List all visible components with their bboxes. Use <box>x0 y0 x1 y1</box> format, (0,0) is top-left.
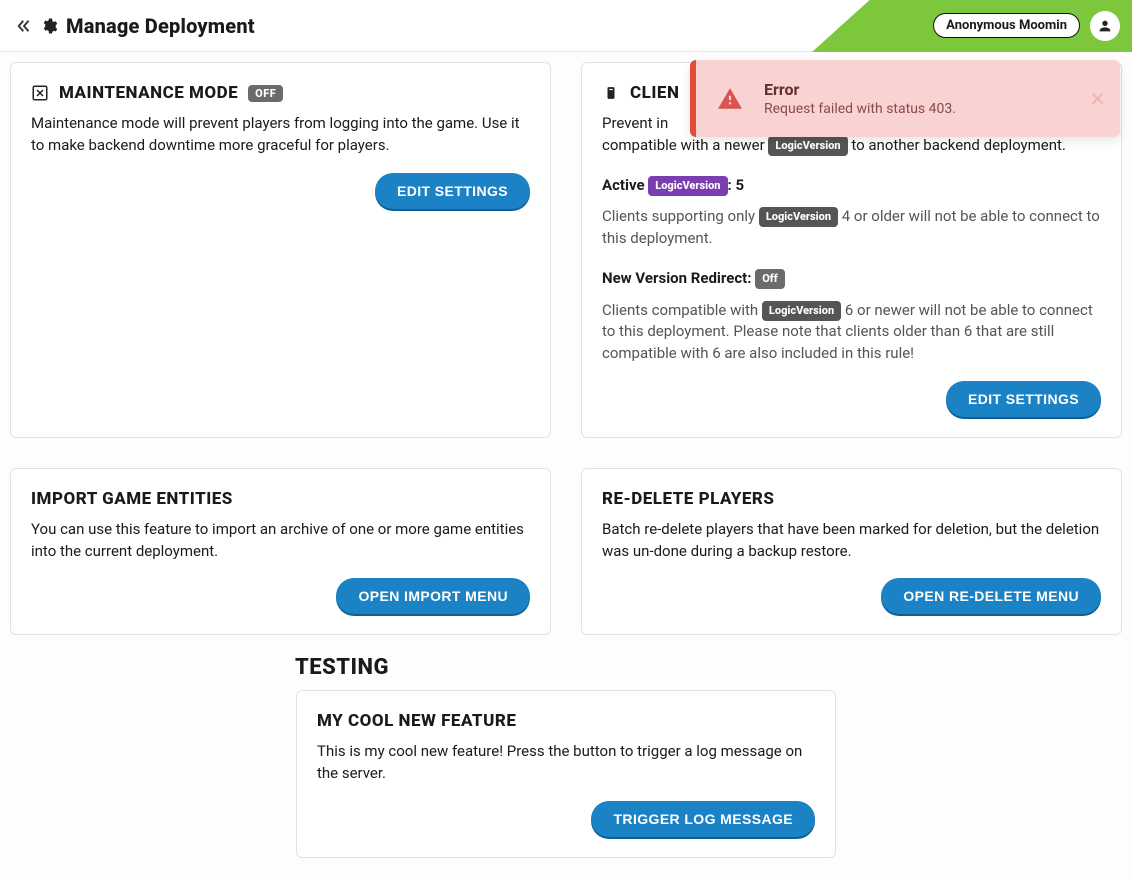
warning-icon <box>716 85 744 113</box>
username-label: Anonymous Moomin <box>933 13 1080 38</box>
topbar: Manage Deployment Anonymous Moomin <box>0 0 1132 52</box>
import-title: IMPORT GAME ENTITIES <box>31 489 530 509</box>
testing-feature-desc: This is my cool new feature! Press the b… <box>317 741 815 785</box>
page-title-text: Manage Deployment <box>66 14 255 38</box>
redirect-note: Clients compatible with LogicVersion 6 o… <box>602 300 1101 365</box>
client-compat-edit-button[interactable]: EDIT SETTINGS <box>946 381 1101 417</box>
redelete-title: RE-DELETE PLAYERS <box>602 489 1101 509</box>
maintenance-edit-button[interactable]: EDIT SETTINGS <box>375 173 530 209</box>
toast-title: Error <box>764 80 956 99</box>
maintenance-desc: Maintenance mode will prevent players fr… <box>31 113 530 157</box>
open-import-button[interactable]: OPEN IMPORT MENU <box>336 578 530 614</box>
avatar <box>1090 11 1120 41</box>
logic-version-tag: LogicVersion <box>762 301 841 321</box>
logic-version-tag: LogicVersion <box>768 136 847 156</box>
redirect-badge: Off <box>755 269 785 289</box>
maintenance-icon <box>31 84 49 102</box>
logic-version-tag: LogicVersion <box>648 176 727 196</box>
testing-section-title: TESTING <box>10 655 1122 680</box>
redelete-desc: Batch re-delete players that have been m… <box>602 519 1101 563</box>
client-compat-title: CLIEN <box>630 83 679 103</box>
active-version-row: Active LogicVersion: 5 <box>602 175 1101 197</box>
client-icon <box>602 84 620 102</box>
maintenance-card: MAINTENANCE MODE OFF Maintenance mode wi… <box>10 62 551 438</box>
redirect-row: New Version Redirect: Off <box>602 268 1101 290</box>
maintenance-badge: OFF <box>248 85 283 102</box>
import-desc: You can use this feature to import an ar… <box>31 519 530 563</box>
gear-icon <box>40 17 58 35</box>
page-title: Manage Deployment <box>40 14 255 38</box>
open-redelete-button[interactable]: OPEN RE-DELETE MENU <box>881 578 1101 614</box>
collapse-icon[interactable] <box>14 16 34 36</box>
import-card: IMPORT GAME ENTITIES You can use this fe… <box>10 468 551 636</box>
logic-version-tag: LogicVersion <box>759 207 838 227</box>
user-menu[interactable]: Anonymous Moomin <box>933 11 1120 41</box>
trigger-log-button[interactable]: TRIGGER LOG MESSAGE <box>591 801 815 837</box>
toast-close-icon[interactable]: ✕ <box>1089 87 1106 111</box>
active-note: Clients supporting only LogicVersion 4 o… <box>602 206 1101 250</box>
toast-body: Request failed with status 403. <box>764 101 956 117</box>
maintenance-title: MAINTENANCE MODE <box>59 83 238 103</box>
testing-card: MY COOL NEW FEATURE This is my cool new … <box>296 690 836 858</box>
redelete-card: RE-DELETE PLAYERS Batch re-delete player… <box>581 468 1122 636</box>
error-toast: Error Request failed with status 403. ✕ <box>690 60 1120 137</box>
testing-feature-title: MY COOL NEW FEATURE <box>317 711 815 731</box>
